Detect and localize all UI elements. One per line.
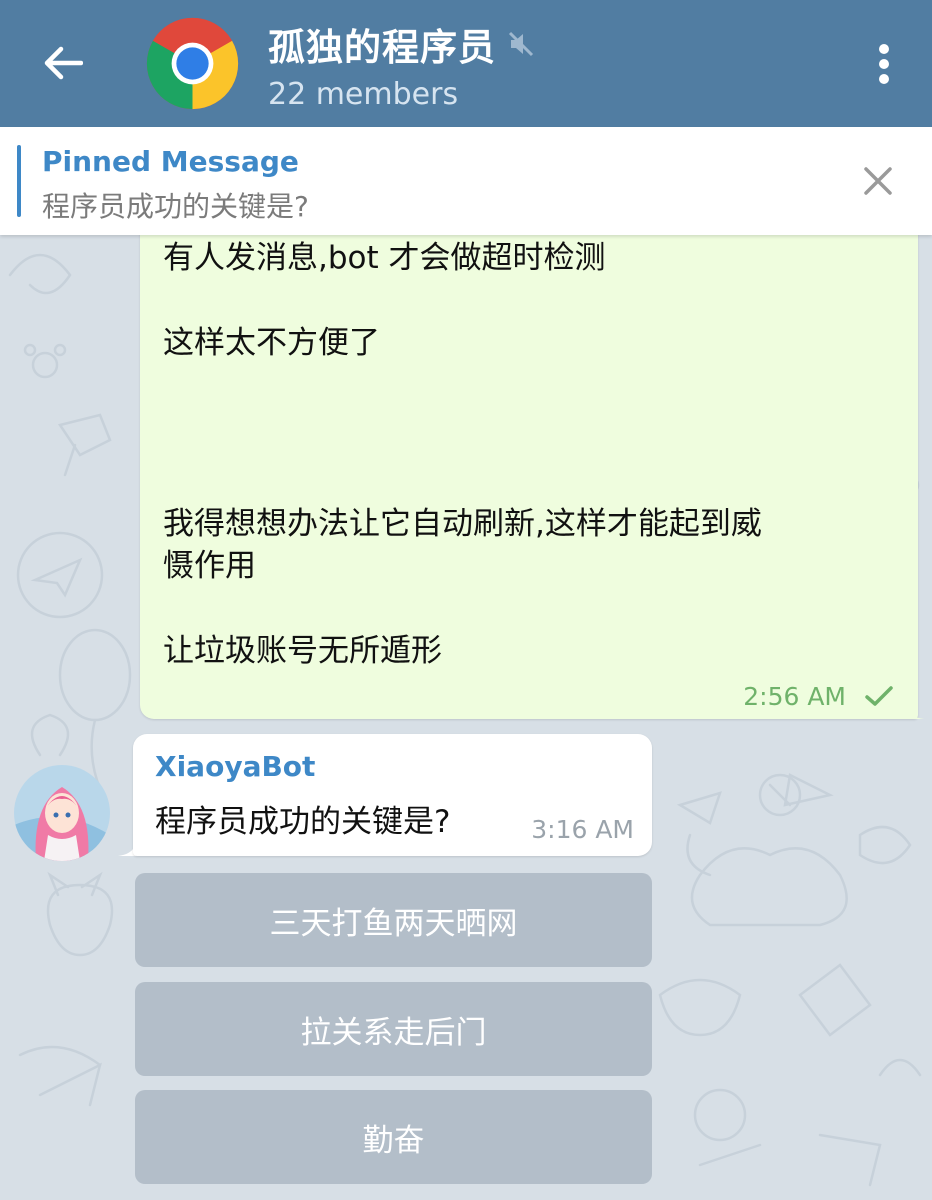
pinned-text: 程序员成功的关键是?	[42, 190, 309, 223]
check-icon	[865, 686, 893, 706]
close-icon[interactable]	[860, 163, 896, 199]
pinned-message-bar[interactable]: Pinned Message 程序员成功的关键是?	[0, 127, 932, 235]
chat-title-block[interactable]: 孤独的程序员 22 members	[268, 14, 536, 114]
outgoing-message-bubble[interactable]: 有人发消息,bot 才会做超时检测 这样太不方便了 我得想想办法让它自动刷新,这…	[140, 235, 918, 719]
message-line: 我得想想办法让它自动刷新,这样才能起到威	[163, 506, 762, 542]
member-count: 22 members	[268, 76, 459, 112]
message-line: 慑作用	[163, 548, 256, 584]
message-line: 让垃圾账号无所遁形	[163, 633, 442, 669]
pinned-label: Pinned Message	[42, 145, 299, 178]
message-line: 有人发消息,bot 才会做超时检测	[163, 240, 606, 276]
chat-area[interactable]: 有人发消息,bot 才会做超时检测 这样太不方便了 我得想想办法让它自动刷新,这…	[0, 235, 932, 1200]
arrow-left-icon	[44, 46, 83, 80]
inline-keyboard-button[interactable]: 三天打鱼两天晒网	[135, 873, 652, 967]
message-time: 2:56 AM	[743, 682, 846, 711]
message-time: 3:16 AM	[531, 815, 634, 844]
pinned-accent-line	[17, 145, 21, 217]
message-line: 这样太不方便了	[163, 325, 380, 361]
chrome-logo-icon[interactable]	[145, 16, 240, 111]
back-button[interactable]	[34, 34, 92, 92]
message-text: 程序员成功的关键是?	[155, 804, 451, 840]
incoming-message-bubble[interactable]: XiaoyaBot 程序员成功的关键是? 3:16 AM	[133, 734, 652, 856]
bubble-tail	[906, 705, 924, 719]
more-menu-button[interactable]	[866, 36, 902, 92]
chat-title: 孤独的程序员	[268, 25, 496, 69]
more-vertical-icon	[879, 44, 889, 84]
sender-name[interactable]: XiaoyaBot	[155, 750, 315, 783]
bot-avatar[interactable]	[14, 765, 110, 861]
inline-keyboard-button[interactable]: 勤奋	[135, 1090, 652, 1184]
chat-header: 孤独的程序员 22 members	[0, 0, 932, 127]
inline-keyboard-button[interactable]: 拉关系走后门	[135, 982, 652, 1076]
mute-icon	[508, 31, 534, 56]
